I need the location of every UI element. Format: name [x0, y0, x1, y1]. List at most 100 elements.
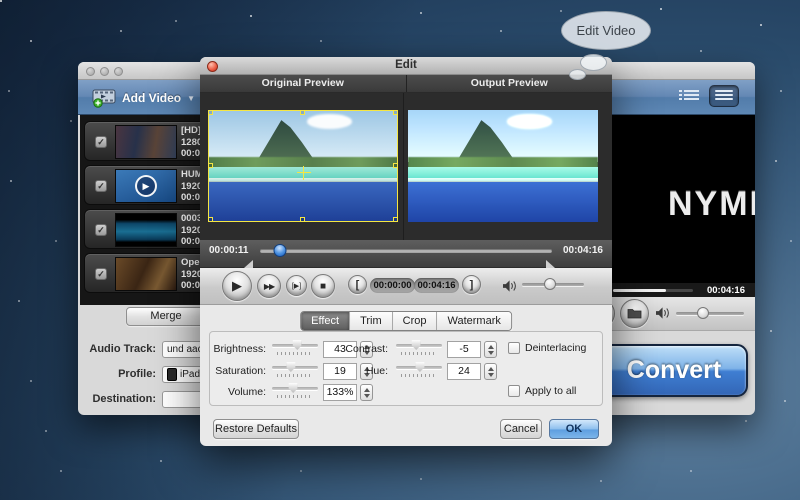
deinterlacing-checkbox[interactable]: Deinterlacing	[508, 342, 586, 354]
minimize-button[interactable]	[100, 67, 109, 76]
volume-stepper[interactable]	[360, 384, 373, 401]
hue-value[interactable]: 24	[447, 363, 481, 380]
detail-view-button[interactable]	[709, 85, 739, 107]
video-thumbnail	[115, 125, 177, 159]
seek-knob[interactable]	[274, 244, 287, 257]
hue-stepper[interactable]	[484, 363, 497, 380]
crop-crosshair-icon[interactable]	[297, 166, 311, 180]
original-preview-frame	[208, 110, 398, 222]
tooltip-tail	[569, 69, 586, 80]
volume-knob[interactable]	[544, 278, 556, 290]
apply-to-all-checkbox[interactable]: Apply to all	[508, 385, 576, 397]
video-duration: 00:0	[181, 280, 200, 291]
seek-slider[interactable]	[260, 244, 552, 258]
video-resolution: 1920	[181, 181, 202, 192]
volume-knob[interactable]	[697, 307, 709, 319]
audio-track-label: Audio Track:	[66, 343, 156, 355]
zoom-button[interactable]	[114, 67, 123, 76]
video-resolution: 1280	[181, 137, 202, 148]
chevron-down-icon: ▼	[187, 94, 195, 103]
add-video-label: Add Video	[122, 91, 181, 105]
hue-slider[interactable]	[396, 362, 442, 377]
close-button[interactable]	[207, 61, 218, 72]
item-checkbox[interactable]: ✓	[95, 180, 107, 192]
item-checkbox[interactable]: ✓	[95, 136, 107, 148]
preview-area	[200, 93, 612, 240]
video-name: [HD]	[181, 125, 201, 136]
item-checkbox[interactable]: ✓	[95, 268, 107, 280]
add-video-button[interactable]: Add Video ▼	[92, 85, 195, 111]
trim-end-button[interactable]: ]	[462, 275, 481, 294]
play-button[interactable]: ▶	[222, 271, 252, 301]
folder-icon	[627, 308, 642, 319]
dialog-titlebar: Edit	[200, 57, 612, 75]
elapsed-time: 00:00:11	[209, 245, 248, 256]
crop-handle[interactable]	[208, 217, 213, 222]
crop-handle[interactable]	[208, 163, 213, 168]
edit-tabs: Effect Trim Crop Watermark	[300, 311, 512, 331]
contrast-value[interactable]: -5	[447, 341, 481, 358]
hue-label: Hue:	[332, 365, 388, 377]
volume-value[interactable]: 133%	[323, 384, 357, 401]
item-checkbox[interactable]: ✓	[95, 224, 107, 236]
trim-end-marker[interactable]	[546, 260, 555, 268]
starfield	[0, 0, 2, 2]
close-button[interactable]	[86, 67, 95, 76]
volume-label: Volume:	[210, 386, 266, 398]
stop-button[interactable]: ■	[311, 274, 335, 298]
trim-end-field[interactable]: 00:04:16	[414, 278, 459, 293]
crop-handle[interactable]	[393, 163, 398, 168]
effect-panel: Brightness: 43 Contrast: -5 Deinterlacin…	[209, 331, 603, 406]
progress-track[interactable]	[613, 289, 693, 292]
device-icon	[167, 368, 177, 381]
brand-logo: NYMP 4	[668, 185, 755, 224]
saturation-label: Saturation:	[210, 365, 266, 377]
volume-slider[interactable]	[676, 306, 744, 320]
tab-crop[interactable]: Crop	[393, 312, 438, 330]
preview-volume-slider[interactable]	[522, 277, 584, 291]
timeline-bar: 00:00:11 00:04:16	[200, 240, 612, 268]
volume-effect-slider[interactable]	[272, 383, 318, 398]
play-segment-button[interactable]: [▶]	[286, 275, 307, 296]
dialog-title: Edit	[200, 57, 612, 74]
ok-button[interactable]: OK	[549, 419, 599, 439]
trim-start-marker[interactable]	[244, 260, 253, 268]
list-view-button[interactable]	[679, 88, 699, 104]
video-list-item[interactable]: ✓ [HD] 1280 00:04	[84, 121, 208, 161]
brightness-slider[interactable]	[272, 340, 318, 355]
tab-effect[interactable]: Effect	[301, 312, 350, 330]
total-time: 00:04:16	[563, 245, 603, 256]
crop-handle[interactable]	[393, 217, 398, 222]
video-list: ✓ [HD] 1280 00:04 ✓ ▶ HUM 1920 00:04 ✓ 0…	[80, 115, 208, 305]
video-list-item[interactable]: ✓ Open 1920 00:0	[84, 253, 208, 293]
restore-defaults-button[interactable]: Restore Defaults	[213, 419, 299, 439]
crop-handle[interactable]	[300, 217, 305, 222]
saturation-slider[interactable]	[272, 362, 318, 377]
progress-fill	[613, 289, 666, 292]
filmstrip-icon	[92, 89, 116, 108]
video-list-item[interactable]: ✓ 0003 1920 00:00	[84, 209, 208, 249]
fast-forward-button[interactable]: ▶▶	[257, 274, 281, 298]
speaker-icon	[503, 280, 518, 292]
open-folder-button[interactable]	[620, 299, 649, 328]
crop-selection[interactable]	[208, 110, 398, 222]
tab-watermark[interactable]: Watermark	[438, 312, 511, 330]
trim-start-button[interactable]: [	[348, 275, 367, 294]
tab-trim[interactable]: Trim	[350, 312, 393, 330]
video-thumbnail: ▶	[115, 169, 177, 203]
crop-handle[interactable]	[300, 110, 305, 115]
merge-button[interactable]: Merge	[126, 307, 206, 326]
convert-button[interactable]: Convert	[600, 344, 748, 397]
play-overlay-icon[interactable]: ▶	[135, 175, 157, 197]
video-list-item[interactable]: ✓ ▶ HUM 1920 00:04	[84, 165, 208, 205]
contrast-slider[interactable]	[396, 340, 442, 355]
video-resolution: 1920	[181, 225, 202, 236]
video-thumbnail	[115, 257, 177, 291]
crop-handle[interactable]	[208, 110, 213, 115]
output-preview-frame	[408, 110, 598, 222]
trim-start-field[interactable]: 00:00:00	[370, 278, 415, 293]
edit-dialog: Edit Original Preview Output Preview	[200, 57, 612, 446]
cancel-button[interactable]: Cancel	[500, 419, 542, 439]
crop-handle[interactable]	[393, 110, 398, 115]
contrast-stepper[interactable]	[484, 341, 497, 358]
